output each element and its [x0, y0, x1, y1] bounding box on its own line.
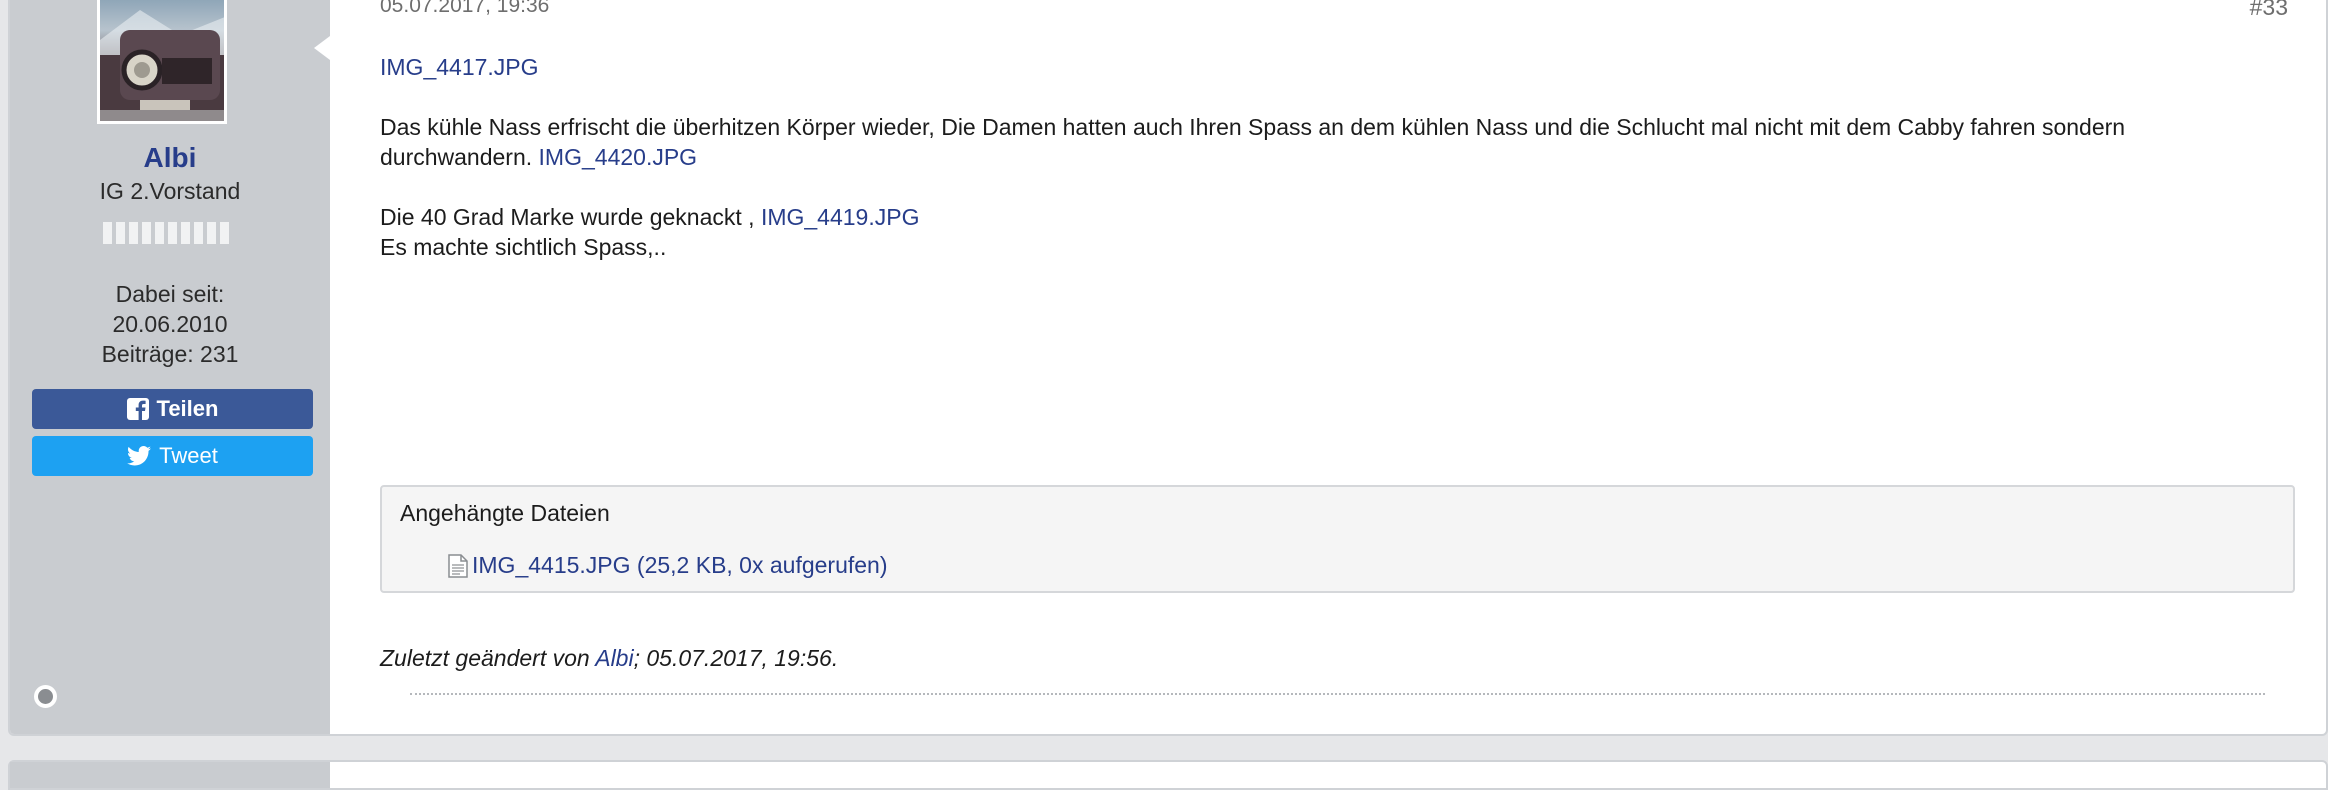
- post-date: 05.07.2017, 19:36: [380, 0, 550, 17]
- image-link-4417[interactable]: IMG_4417.JPG: [380, 54, 539, 80]
- signature-divider: [410, 693, 2265, 695]
- joined-date: 20.06.2010: [112, 311, 228, 337]
- next-post: [8, 760, 2328, 790]
- username-link[interactable]: Albi: [10, 142, 330, 174]
- attachment-item[interactable]: IMG_4415.JPG (25,2 KB, 0x aufgerufen): [448, 552, 888, 579]
- last-edited-note: Zuletzt geändert von Albi; 05.07.2017, 1…: [380, 645, 838, 672]
- image-link-4420[interactable]: IMG_4420.JPG: [539, 144, 698, 170]
- attachments-box: Angehängte Dateien IMG_4415.JPG (25,2 KB…: [380, 485, 2295, 593]
- attachment-link[interactable]: IMG_4415.JPG (25,2 KB, 0x aufgerufen): [472, 552, 888, 579]
- online-status-icon: [34, 685, 57, 708]
- user-sidebar: Albi IG 2.Vorstand Dabei seit: 20.06.201…: [10, 0, 330, 734]
- document-icon: [448, 553, 468, 578]
- image-link-4419[interactable]: IMG_4419.JPG: [761, 204, 920, 230]
- facebook-share-label: Teilen: [156, 396, 219, 421]
- post-count: Beiträge: 231: [101, 341, 239, 367]
- post-text-line: durchwandern.: [380, 144, 533, 170]
- post-text-line: Es machte sichtlich Spass,..: [380, 234, 667, 260]
- post-content: 05.07.2017, 19:36 #33 IMG_4417.JPG Das k…: [332, 0, 2326, 734]
- tweet-button[interactable]: Tweet: [32, 436, 313, 476]
- joined-label: Dabei seit:: [115, 281, 225, 307]
- speech-pointer: [314, 36, 330, 60]
- post-text-line: Die 40 Grad Marke wurde geknackt ,: [380, 204, 755, 230]
- attachments-title: Angehängte Dateien: [400, 500, 610, 526]
- next-post-sidebar: [10, 762, 330, 788]
- tweet-label: Tweet: [159, 443, 218, 468]
- edited-suffix: ; 05.07.2017, 19:56.: [633, 645, 839, 671]
- facebook-share-button[interactable]: Teilen: [32, 389, 313, 429]
- rank-bar: [103, 222, 229, 244]
- post-number-link[interactable]: #33: [2250, 0, 2288, 21]
- edited-prefix: Zuletzt geändert von: [380, 645, 590, 671]
- post-text-line: Das kühle Nass erfrischt die überhitzen …: [380, 114, 2126, 140]
- user-title: IG 2.Vorstand: [99, 178, 241, 204]
- facebook-icon: [126, 398, 149, 420]
- twitter-bird-icon: [127, 446, 152, 466]
- edited-user-link[interactable]: Albi: [595, 645, 633, 671]
- forum-post: Albi IG 2.Vorstand Dabei seit: 20.06.201…: [8, 0, 2328, 736]
- avatar[interactable]: [97, 0, 227, 124]
